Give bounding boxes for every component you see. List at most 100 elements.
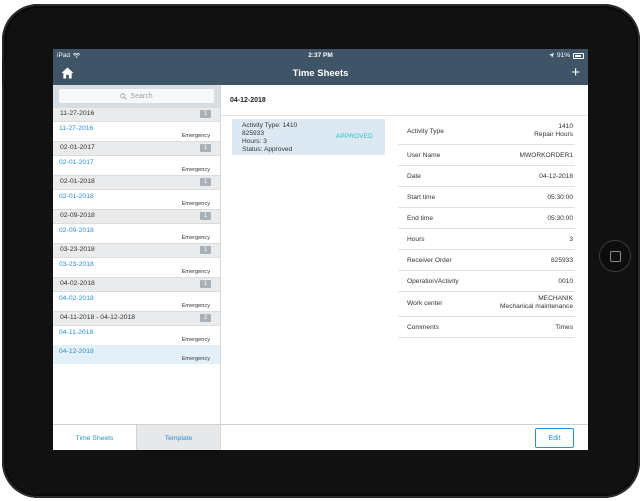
list-item[interactable]: 04-12-2018 Emergency xyxy=(53,345,220,364)
section-date: 11-27-2016 xyxy=(60,110,95,117)
list-section-header: 11-27-2016 1 xyxy=(53,107,220,122)
property-label: Comments xyxy=(407,324,439,331)
count-badge: 1 xyxy=(200,178,211,186)
list-item[interactable]: 03-23-2018 Emergency xyxy=(53,258,220,277)
edit-button[interactable]: Edit xyxy=(535,428,574,448)
side-button xyxy=(2,59,5,85)
count-badge: 1 xyxy=(200,246,211,254)
property-label: Activity Type xyxy=(407,128,444,135)
tab-time-sheets[interactable]: Time Sheets xyxy=(53,425,136,450)
property-value: 3 xyxy=(569,236,573,243)
item-date: 11-27-2016 xyxy=(59,125,94,132)
status-time: 2:37 PM xyxy=(308,52,333,59)
section-date: 02-01-2018 xyxy=(60,178,95,185)
property-value: 0010 xyxy=(558,278,573,285)
property-label: Hours xyxy=(407,236,425,243)
card-order: 825933 xyxy=(242,130,265,137)
list-section-header: 04-11-2018 - 04-12-2018 2 xyxy=(53,311,220,326)
list-item[interactable]: 02-09-2018 Emergency xyxy=(53,224,220,243)
property-row: Work center MECHANIK Mechanical maintenanc… xyxy=(398,292,575,317)
item-category: Emergency xyxy=(181,133,210,139)
property-row: Start time 05:30:00 xyxy=(398,187,575,208)
item-date: 04-12-2018 xyxy=(59,348,94,355)
item-category: Emergency xyxy=(181,235,210,241)
list-item[interactable]: 02-01-2017 Emergency xyxy=(53,156,220,175)
property-value: 1410 xyxy=(558,123,573,130)
battery-percent: 91% xyxy=(556,52,570,59)
item-date: 02-01-2018 xyxy=(59,193,94,200)
card-activity-type: Activity Type: 1410 xyxy=(242,122,298,129)
count-badge: 1 xyxy=(200,110,211,118)
list-item[interactable]: 04-11-2018 Emergency xyxy=(53,326,220,345)
item-date: 03-23-2018 xyxy=(59,261,94,268)
timesheet-entry-card[interactable]: Activity Type: 1410 825933 Hours: 3 Stat… xyxy=(232,119,385,155)
section-date: 04-02-2018 xyxy=(60,280,95,287)
search-bar: Search xyxy=(53,85,220,107)
property-row: Operation/Activity 0010 xyxy=(398,271,575,292)
property-value: Times xyxy=(555,324,573,331)
tab-template[interactable]: Template xyxy=(136,425,220,450)
plus-icon[interactable]: + xyxy=(571,65,580,81)
timesheet-list: 11-27-2016 1 11-27-2016 Emergency 02-01-2017… xyxy=(53,107,220,364)
item-date: 04-11-2018 xyxy=(59,329,94,336)
list-section-header: 04-02-2018 1 xyxy=(53,277,220,292)
item-date: 02-09-2018 xyxy=(59,227,94,234)
detail-toolbar: Edit xyxy=(221,424,588,450)
master-list: Search 11-27-2016 1 11-27-2016 Emergency 02-… xyxy=(53,85,221,424)
home-hardware-button[interactable] xyxy=(599,240,631,272)
property-value: 05:30:00 xyxy=(547,194,573,201)
item-category: Emergency xyxy=(181,337,210,343)
property-value: 05:30:00 xyxy=(547,215,573,222)
property-label: Start time xyxy=(407,194,436,201)
list-section-header: 02-01-2017 1 xyxy=(53,141,220,156)
list-item[interactable]: 02-01-2018 Emergency xyxy=(53,190,220,209)
item-category: Emergency xyxy=(181,356,210,362)
property-row: End time 05:30:00 xyxy=(398,208,575,229)
property-list: Activity Type 1410 Repair Hours User Name MW… xyxy=(398,120,575,338)
count-badge: 1 xyxy=(200,144,211,152)
item-category: Emergency xyxy=(181,201,210,207)
app-screen: iPad 2:37 PM 91% Time Sheets + Search 11… xyxy=(53,49,588,450)
search-input[interactable]: Search xyxy=(59,89,214,103)
list-item[interactable]: 11-27-2016 Emergency xyxy=(53,122,220,141)
property-value-secondary: Mechanical maintenance xyxy=(500,303,573,310)
item-category: Emergency xyxy=(181,269,210,275)
location-icon xyxy=(548,53,554,58)
card-hours: Hours: 3 xyxy=(242,138,267,145)
list-item[interactable]: 04-02-2018 Emergency xyxy=(53,292,220,311)
bottom-tab-bar: Time Sheets Template xyxy=(53,424,221,450)
item-date: 04-02-2018 xyxy=(59,295,94,302)
property-value: 04-12-2018 xyxy=(539,173,573,180)
property-label: User Name xyxy=(407,152,441,159)
item-category: Emergency xyxy=(181,303,210,309)
property-value-secondary: Repair Hours xyxy=(534,131,573,138)
section-date: 02-09-2018 xyxy=(60,212,95,219)
nav-bar: Time Sheets + xyxy=(53,62,588,85)
battery-icon xyxy=(573,52,584,59)
list-section-header: 03-23-2018 1 xyxy=(53,243,220,258)
property-value: MWORKORDER1 xyxy=(519,152,573,159)
item-category: Emergency xyxy=(181,167,210,173)
property-value: 825933 xyxy=(550,257,573,264)
detail-date-header: 04-12-2018 xyxy=(230,97,266,104)
list-section-header: 02-01-2018 1 xyxy=(53,175,220,190)
count-badge: 1 xyxy=(200,212,211,220)
list-section-header: 02-09-2018 1 xyxy=(53,209,220,224)
section-date: 04-11-2018 - 04-12-2018 xyxy=(60,314,136,321)
property-row: Date 04-12-2018 xyxy=(398,166,575,187)
page-title: Time Sheets xyxy=(292,68,349,79)
property-label: Receiver Order xyxy=(407,257,452,264)
approved-badge: APPROVED xyxy=(335,133,373,140)
search-icon xyxy=(120,92,128,100)
status-bar: iPad 2:37 PM 91% xyxy=(53,49,588,62)
property-row: Receiver Order 825933 xyxy=(398,250,575,271)
search-placeholder: Search xyxy=(130,92,153,100)
count-badge: 1 xyxy=(200,280,211,288)
property-label: Date xyxy=(407,173,421,180)
detail-pane: 04-12-2018 Activity Type: 1410 825933 Ho… xyxy=(221,85,588,424)
section-date: 02-01-2017 xyxy=(60,144,95,151)
property-label: Work center xyxy=(407,300,443,307)
property-label: Operation/Activity xyxy=(407,278,459,285)
property-row: User Name MWORKORDER1 xyxy=(398,145,575,166)
item-date: 02-01-2017 xyxy=(59,159,94,166)
